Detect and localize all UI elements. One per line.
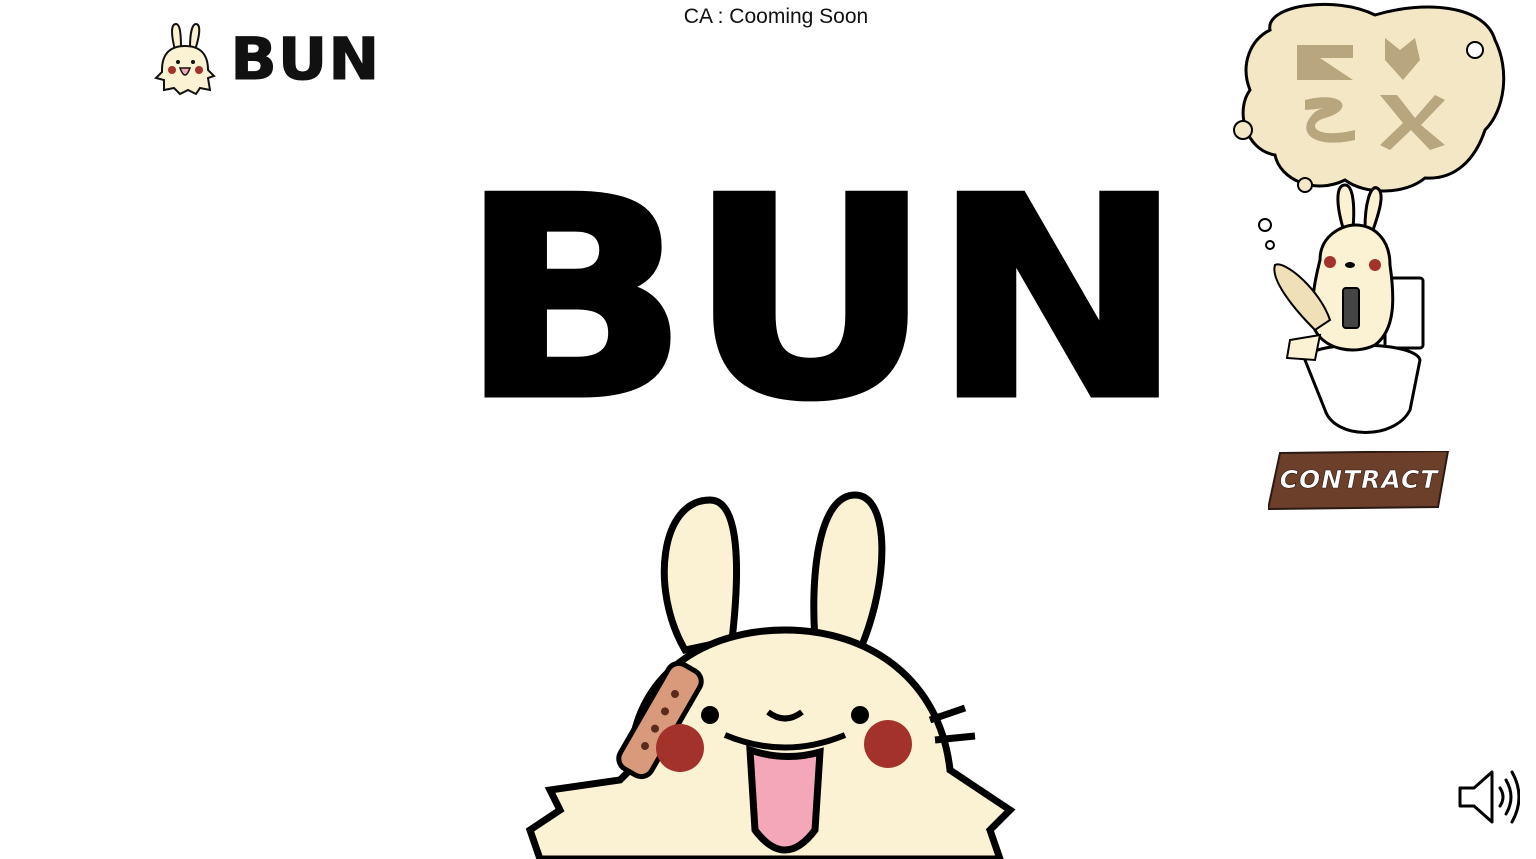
bunny-mascot-icon bbox=[154, 22, 216, 96]
bunny-face-icon bbox=[525, 491, 1016, 859]
hero-title: BUN bbox=[457, 139, 1186, 461]
bunny-on-toilet-icon[interactable] bbox=[1225, 0, 1510, 445]
speaker-volume-icon[interactable] bbox=[1456, 766, 1520, 828]
site-logo[interactable]: BUN bbox=[150, 20, 381, 98]
contract-button[interactable]: CONTRACT bbox=[1268, 451, 1450, 510]
logo-text: BUN bbox=[230, 25, 381, 94]
contract-button-label: CONTRACT bbox=[1279, 465, 1439, 495]
